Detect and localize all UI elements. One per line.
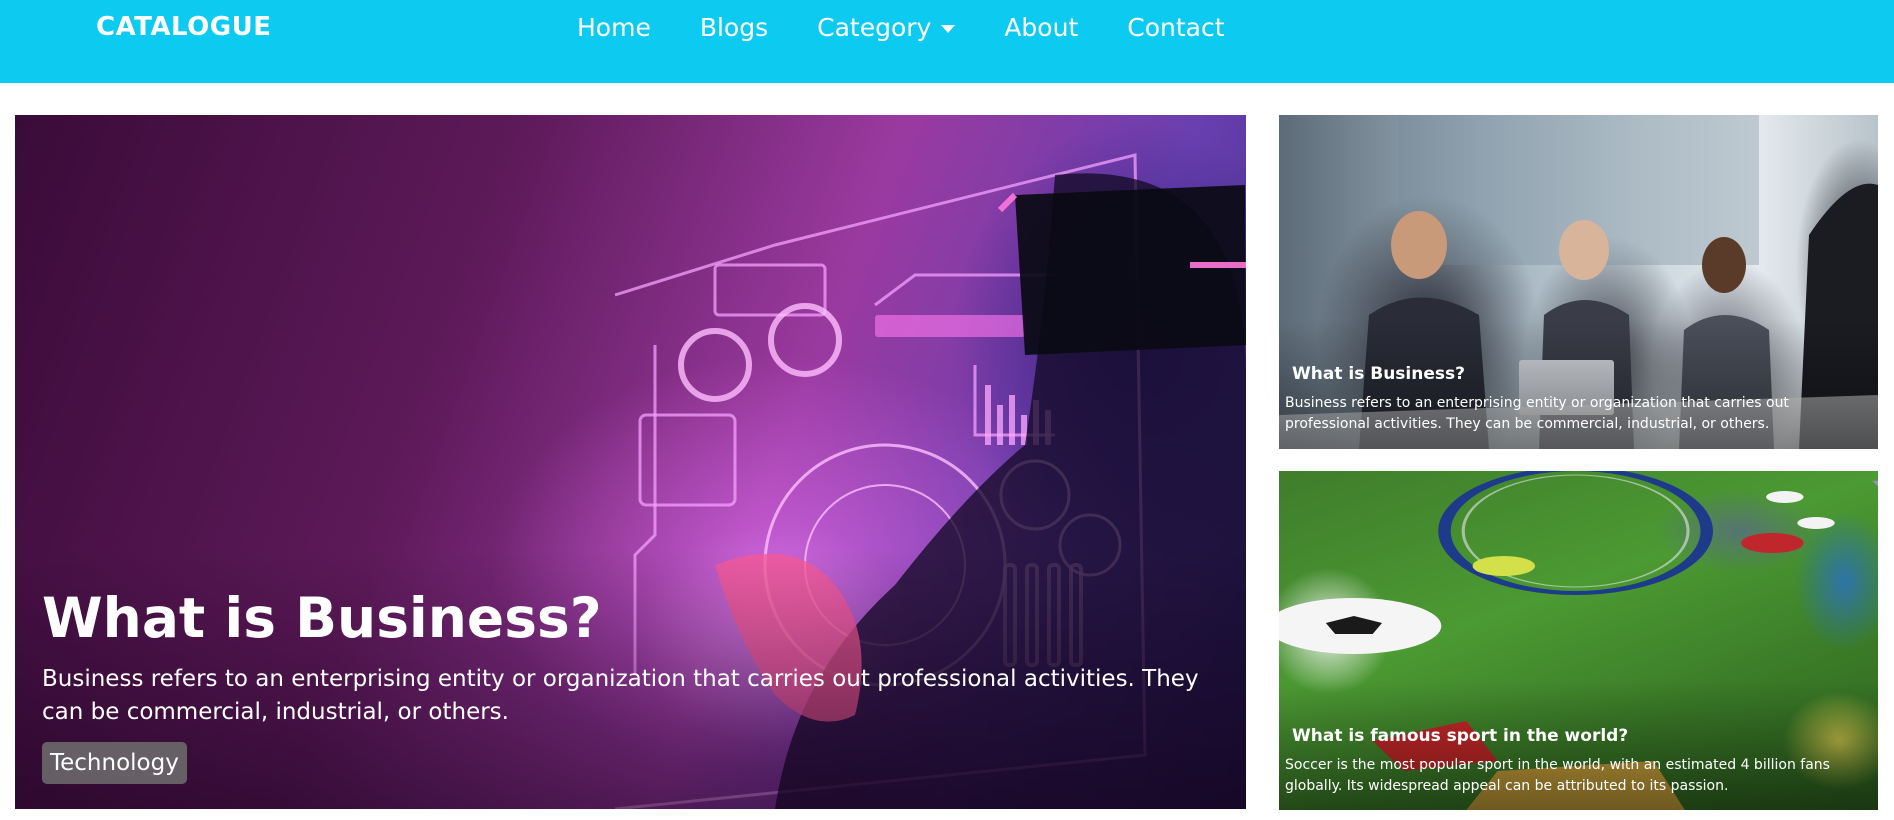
post-card-sport[interactable]: What is famous sport in the world? Socce… [1279,471,1878,810]
card-description: Business refers to an enterprising entit… [1285,395,1789,432]
navbar: CATALOGUE Home Blogs Category About Cont… [0,0,1894,83]
card-title[interactable]: What is Business? [1292,364,1465,384]
nav-links: Home Blogs Category About Contact [577,12,1274,44]
nav-link-home[interactable]: Home [577,12,651,44]
nav-link-blogs[interactable]: Blogs [700,12,768,44]
nav-link-category-label: Category [817,13,932,42]
nav-link-about[interactable]: About [1004,12,1078,44]
nav-link-category[interactable]: Category [817,12,956,44]
post-card-business[interactable]: What is Business? Business refers to an … [1279,115,1878,449]
card-description: Soccer is the most popular sport in the … [1285,757,1830,794]
hero-featured-post[interactable]: What is Business? Business refers to an … [15,115,1246,809]
hero-description: Business refers to an enterprising entit… [42,666,1199,725]
card-title[interactable]: What is famous sport in the world? [1292,726,1628,746]
category-badge[interactable]: Technology [42,742,187,784]
nav-link-contact[interactable]: Contact [1127,12,1224,44]
caret-down-icon [941,25,956,33]
hero-title[interactable]: What is Business? [42,586,602,650]
brand-logo[interactable]: CATALOGUE [96,12,271,42]
